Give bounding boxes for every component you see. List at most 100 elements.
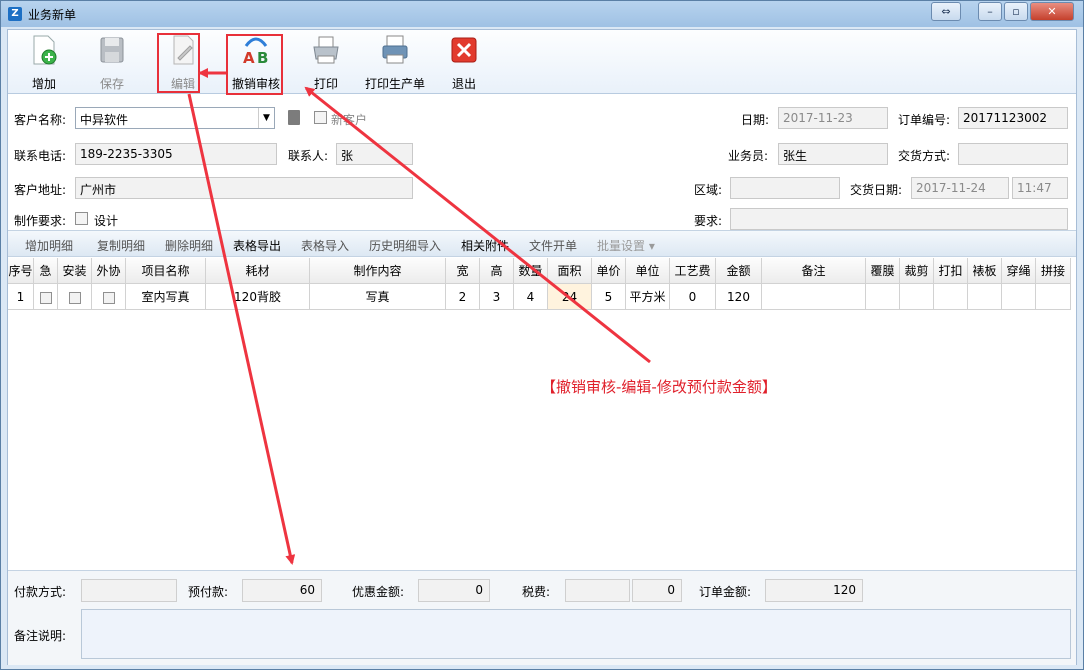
column-header-urgent[interactable]: 急 <box>34 258 58 284</box>
history-import-button[interactable]: 历史明细导入 <box>369 237 441 254</box>
column-header-remark[interactable]: 备注 <box>762 258 866 284</box>
cell-process-fee[interactable]: 0 <box>670 284 716 310</box>
discount-field[interactable]: 0 <box>418 579 490 602</box>
attachments-button[interactable]: 相关附件 <box>461 237 509 254</box>
prepayment-field[interactable]: 60 <box>242 579 322 602</box>
cell-install[interactable] <box>58 284 92 310</box>
printer-production-icon <box>382 35 408 64</box>
detail-table: 序号 1 急安装 外协 项目名称 室内写真 耗材 120背胶 制作内容 写真宽 2 高 3 数量 4 面积 24… <box>8 258 1076 570</box>
column-header-item-name[interactable]: 项目名称 <box>126 258 206 284</box>
column-header-cutting[interactable]: 裁剪 <box>900 258 934 284</box>
delete-detail-button[interactable]: 删除明细 <box>165 237 213 254</box>
delivery-date-field[interactable]: 2017-11-24 <box>911 177 1009 199</box>
phone-value: 189-2235-3305 <box>80 147 173 161</box>
column-header-lamination[interactable]: 覆膜 <box>866 258 900 284</box>
column-header-mounting[interactable]: 裱板 <box>968 258 1002 284</box>
request-field[interactable] <box>730 208 1068 230</box>
cell-checkbox[interactable] <box>39 291 52 304</box>
delivery-time-field[interactable]: 11:47 <box>1012 177 1068 199</box>
cell-seq[interactable]: 1 <box>8 284 34 310</box>
close-icon[interactable]: ✕ <box>1030 2 1074 21</box>
order-amount-field[interactable]: 120 <box>765 579 863 602</box>
cell-checkbox[interactable] <box>102 291 115 304</box>
new-customer-checkbox[interactable] <box>314 111 327 124</box>
floppy-disk-icon <box>100 37 124 63</box>
cell-unit[interactable]: 平方米 <box>626 284 670 310</box>
cell-lamination[interactable] <box>866 284 900 310</box>
tax-field[interactable]: 0 <box>632 579 682 602</box>
payment-method-field[interactable] <box>81 579 177 602</box>
column-header-unit[interactable]: 单位 <box>626 258 670 284</box>
date-field[interactable]: 2017-11-23 <box>778 107 888 129</box>
cell-splice[interactable] <box>1036 284 1071 310</box>
column-header-quantity[interactable]: 数量 <box>514 258 548 284</box>
cell-content[interactable]: 写真 <box>310 284 446 310</box>
cell-rope[interactable] <box>1002 284 1036 310</box>
export-table-button[interactable]: 表格导出 <box>233 237 281 254</box>
column-header-rope[interactable]: 穿绳 <box>1002 258 1036 284</box>
order-no-field[interactable]: 20171123002 <box>958 107 1068 129</box>
cell-width[interactable]: 2 <box>446 284 480 310</box>
batch-settings-button[interactable]: 批量设置 ▾ <box>597 237 655 254</box>
cell-mounting[interactable] <box>968 284 1002 310</box>
cell-quantity[interactable]: 4 <box>514 284 548 310</box>
file-order-button[interactable]: 文件开单 <box>529 237 577 254</box>
add-detail-button[interactable]: 增加明细 <box>25 237 73 254</box>
column-header-process-fee[interactable]: 工艺费 <box>670 258 716 284</box>
design-checkbox[interactable] <box>75 212 88 225</box>
cell-cutting[interactable] <box>900 284 934 310</box>
column-header-height[interactable]: 高 <box>480 258 514 284</box>
cell-amount[interactable]: 120 <box>716 284 762 310</box>
contact-field[interactable]: 张 <box>336 143 413 165</box>
memo-textarea[interactable] <box>81 609 1071 659</box>
address-field[interactable]: 广州市 <box>75 177 413 199</box>
exit-button[interactable]: 退出 <box>442 34 486 92</box>
cell-area[interactable]: 24 <box>548 284 592 310</box>
column-header-splice[interactable]: 拼接 <box>1036 258 1071 284</box>
add-document-icon <box>33 35 57 65</box>
cell-remark[interactable] <box>762 284 866 310</box>
cell-checkbox[interactable] <box>68 291 81 304</box>
customer-select[interactable]: 中异软件 ▼ <box>75 107 275 129</box>
maximize-icon[interactable]: ▫ <box>1004 2 1028 21</box>
column-header-material[interactable]: 耗材 <box>206 258 310 284</box>
cell-outsource[interactable] <box>92 284 126 310</box>
column-header-install[interactable]: 安装 <box>58 258 92 284</box>
copy-detail-button[interactable]: 复制明细 <box>97 237 145 254</box>
column-header-width[interactable]: 宽 <box>446 258 480 284</box>
print-button[interactable]: 打印 <box>304 34 348 92</box>
column-header-amount[interactable]: 金额 <box>716 258 762 284</box>
tax-label: 税费: <box>522 585 551 599</box>
tax-rate-field[interactable] <box>565 579 630 602</box>
title-bar[interactable]: Z 业务新单 ⇔ – ▫ ✕ <box>1 1 1083 27</box>
column-header-content[interactable]: 制作内容 <box>310 258 446 284</box>
salesman-field[interactable]: 张生 <box>778 143 888 165</box>
customer-label: 客户名称: <box>14 113 67 127</box>
cell-material[interactable]: 120背胶 <box>206 284 310 310</box>
add-button[interactable]: 增加 <box>22 34 66 92</box>
region-field[interactable] <box>730 177 840 199</box>
import-table-button[interactable]: 表格导入 <box>301 237 349 254</box>
column-header-outsource[interactable]: 外协 <box>92 258 126 284</box>
summary-panel: 付款方式: 预付款: 60 优惠金额: 0 税费: 0 订单金额: 120 备注… <box>8 570 1076 665</box>
save-button[interactable]: 保存 <box>90 34 134 92</box>
order-no-label: 订单编号: <box>898 113 951 127</box>
restore-icon[interactable]: ⇔ <box>931 2 961 21</box>
memo-label: 备注说明: <box>14 629 67 643</box>
delivery-date-value: 2017-11-24 <box>916 181 986 195</box>
column-header-area[interactable]: 面积 <box>548 258 592 284</box>
cell-urgent[interactable] <box>34 284 58 310</box>
cell-unit-price[interactable]: 5 <box>592 284 626 310</box>
chevron-down-icon[interactable]: ▼ <box>258 108 274 128</box>
minimize-icon[interactable]: – <box>978 2 1002 21</box>
customer-book-icon[interactable] <box>288 110 300 125</box>
cell-buttonhole[interactable] <box>934 284 968 310</box>
column-header-buttonhole[interactable]: 打扣 <box>934 258 968 284</box>
column-header-unit-price[interactable]: 单价 <box>592 258 626 284</box>
column-header-seq[interactable]: 序号 <box>8 258 34 284</box>
cell-height[interactable]: 3 <box>480 284 514 310</box>
cell-item-name[interactable]: 室内写真 <box>126 284 206 310</box>
delivery-method-field[interactable] <box>958 143 1068 165</box>
phone-field[interactable]: 189-2235-3305 <box>75 143 277 165</box>
print-production-button[interactable]: 打印生产单 <box>360 34 430 92</box>
